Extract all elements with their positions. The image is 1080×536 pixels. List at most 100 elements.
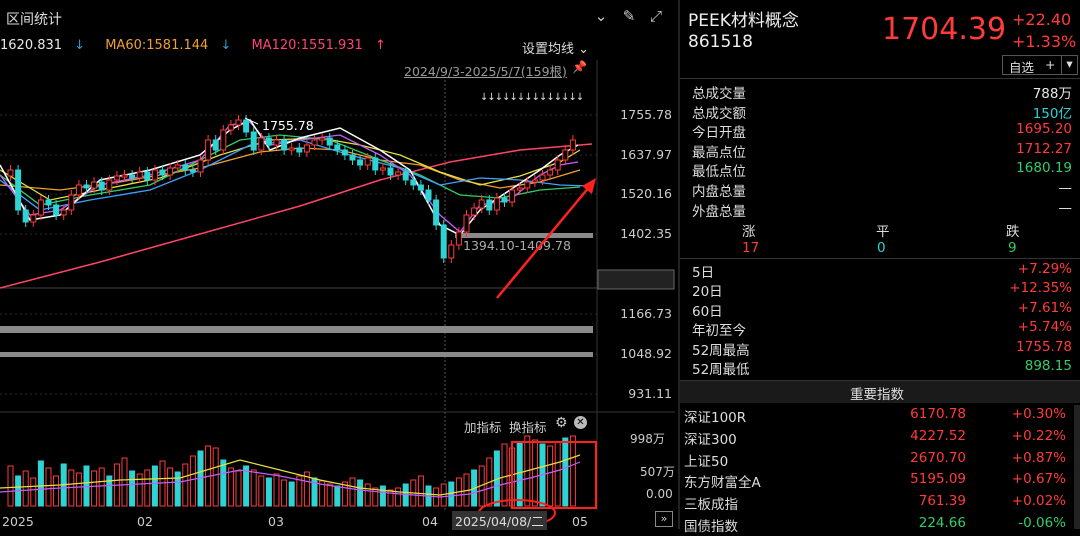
- candle: [417, 184, 424, 191]
- breadth-flat: 0: [877, 240, 886, 256]
- quote-name: PEEK材料概念: [688, 11, 799, 31]
- index-row[interactable]: 深证100R 6170.78 +0.30%: [680, 406, 1080, 427]
- quote-change-pct: +1.33%: [1012, 32, 1077, 51]
- volume-bar: [516, 441, 523, 507]
- volume-bar: [258, 475, 265, 507]
- perf-label: 年初至今: [692, 323, 746, 340]
- level-bar-2: [0, 352, 593, 357]
- perf-value: +7.29%: [1017, 261, 1072, 277]
- candle: [410, 179, 417, 186]
- low-annotation: 1394.10-1409.78: [463, 238, 571, 253]
- volume-bar: [569, 435, 576, 507]
- add-watchlist-button[interactable]: 自选 + ▾: [1002, 55, 1078, 75]
- candle: [45, 199, 52, 206]
- candle: [121, 174, 128, 178]
- candle: [319, 137, 326, 141]
- volume-bar: [288, 481, 295, 507]
- candle: [463, 214, 470, 233]
- perf-value: +5.74%: [1017, 319, 1072, 336]
- candle: [448, 244, 455, 259]
- time-axis-2025: 2025: [2, 514, 34, 529]
- index-row[interactable]: 三板成指 761.39 +0.02%: [680, 493, 1080, 514]
- price-axis-label: 1402.35: [620, 226, 672, 241]
- candle: [136, 171, 143, 179]
- stat-value: 1680.19: [1016, 160, 1072, 177]
- indices-title: 重要指数: [850, 387, 904, 403]
- index-change: +0.87%: [1011, 449, 1066, 466]
- volume-bar: [53, 475, 60, 507]
- volume-bar: [281, 479, 288, 507]
- stat-label: 总成交量: [692, 86, 746, 102]
- volume-bar: [372, 487, 379, 507]
- stat-label: 最高点位: [692, 144, 746, 161]
- index-row[interactable]: 上证50 2670.70 +0.87%: [680, 450, 1080, 471]
- candle: [212, 139, 219, 151]
- index-price: 6170.78: [910, 406, 966, 422]
- volume-bar: [243, 465, 250, 507]
- candle: [30, 214, 37, 223]
- volume-bar: [189, 455, 196, 507]
- index-row[interactable]: 东方财富全A 5195.09 +0.67%: [680, 471, 1080, 492]
- close-icon[interactable]: ✕: [574, 416, 587, 429]
- candlestick-chart[interactable]: 1755.781637.971520.161402.351246.041166.…: [0, 0, 675, 529]
- volume-bar: [22, 470, 29, 507]
- index-price: 2670.70: [910, 449, 966, 466]
- watch-dropdown-icon[interactable]: ▾: [1061, 56, 1077, 74]
- perf-row: 52周最低 898.15: [680, 358, 1080, 378]
- volume-bar: [554, 441, 561, 507]
- volume-bar: [30, 477, 37, 507]
- volume-bar: [357, 479, 364, 507]
- stat-row: 最高点位 1712.27: [680, 140, 1080, 161]
- candle: [455, 231, 462, 246]
- candle: [113, 175, 120, 181]
- candle: [387, 167, 394, 176]
- candle: [227, 124, 234, 131]
- candle: [220, 129, 227, 151]
- candle: [288, 147, 295, 151]
- price-axis-label: 1755.78: [620, 107, 672, 122]
- index-row[interactable]: 深证300 4227.52 +0.22%: [680, 428, 1080, 449]
- add-indicator-button[interactable]: 加指标: [464, 417, 502, 436]
- volume-bar: [220, 459, 227, 507]
- candle: [189, 169, 196, 173]
- candle: [509, 189, 516, 203]
- volume-bar: [265, 477, 272, 507]
- volume-bar: [547, 445, 554, 507]
- gear-icon[interactable]: ⚙: [555, 415, 568, 431]
- volume-bar: [273, 473, 280, 507]
- chart-pane[interactable]: 区间统计 ⌄ ✎ ⤢ 1620.831 ↓ MA60:1581.144 ↓ MA…: [0, 0, 675, 530]
- indices-scrollbar[interactable]: [1074, 405, 1080, 529]
- candle: [554, 159, 561, 171]
- index-change: +0.30%: [1011, 406, 1066, 422]
- stat-row: 总成交量 788万: [680, 82, 1080, 102]
- candle: [539, 174, 546, 181]
- stat-label: 外盘总量: [692, 203, 746, 220]
- candle: [296, 147, 303, 153]
- perf-row: 5日 +7.29%: [680, 261, 1080, 281]
- time-axis-03: 03: [268, 514, 284, 529]
- volume-bar: [98, 467, 105, 507]
- switch-indicator-button[interactable]: 换指标: [509, 417, 547, 436]
- perf-label: 20日: [692, 284, 723, 301]
- candle: [326, 137, 333, 146]
- perf-label: 52周最低: [692, 362, 750, 378]
- stat-value: 788万: [1032, 86, 1072, 102]
- candle: [258, 137, 265, 151]
- candle: [379, 167, 386, 171]
- volume-bar: [227, 467, 234, 507]
- perf-value: 1755.78: [1016, 338, 1072, 355]
- candle: [235, 119, 242, 126]
- breadth-flat-label: 平: [876, 224, 890, 240]
- candle: [197, 159, 204, 173]
- price-axis-label: 1166.73: [620, 306, 672, 321]
- candle: [531, 179, 538, 183]
- candle: [478, 199, 485, 209]
- time-axis-04: 04: [422, 514, 438, 529]
- stat-value: 1712.27: [1016, 140, 1072, 157]
- breadth-down-label: 跌: [1006, 224, 1020, 240]
- candle: [395, 171, 402, 176]
- candle: [311, 139, 318, 146]
- time-axis-02: 02: [137, 514, 153, 529]
- index-row[interactable]: 国债指数 224.66 -0.06%: [680, 515, 1080, 536]
- scroll-end-button[interactable]: »: [655, 511, 673, 527]
